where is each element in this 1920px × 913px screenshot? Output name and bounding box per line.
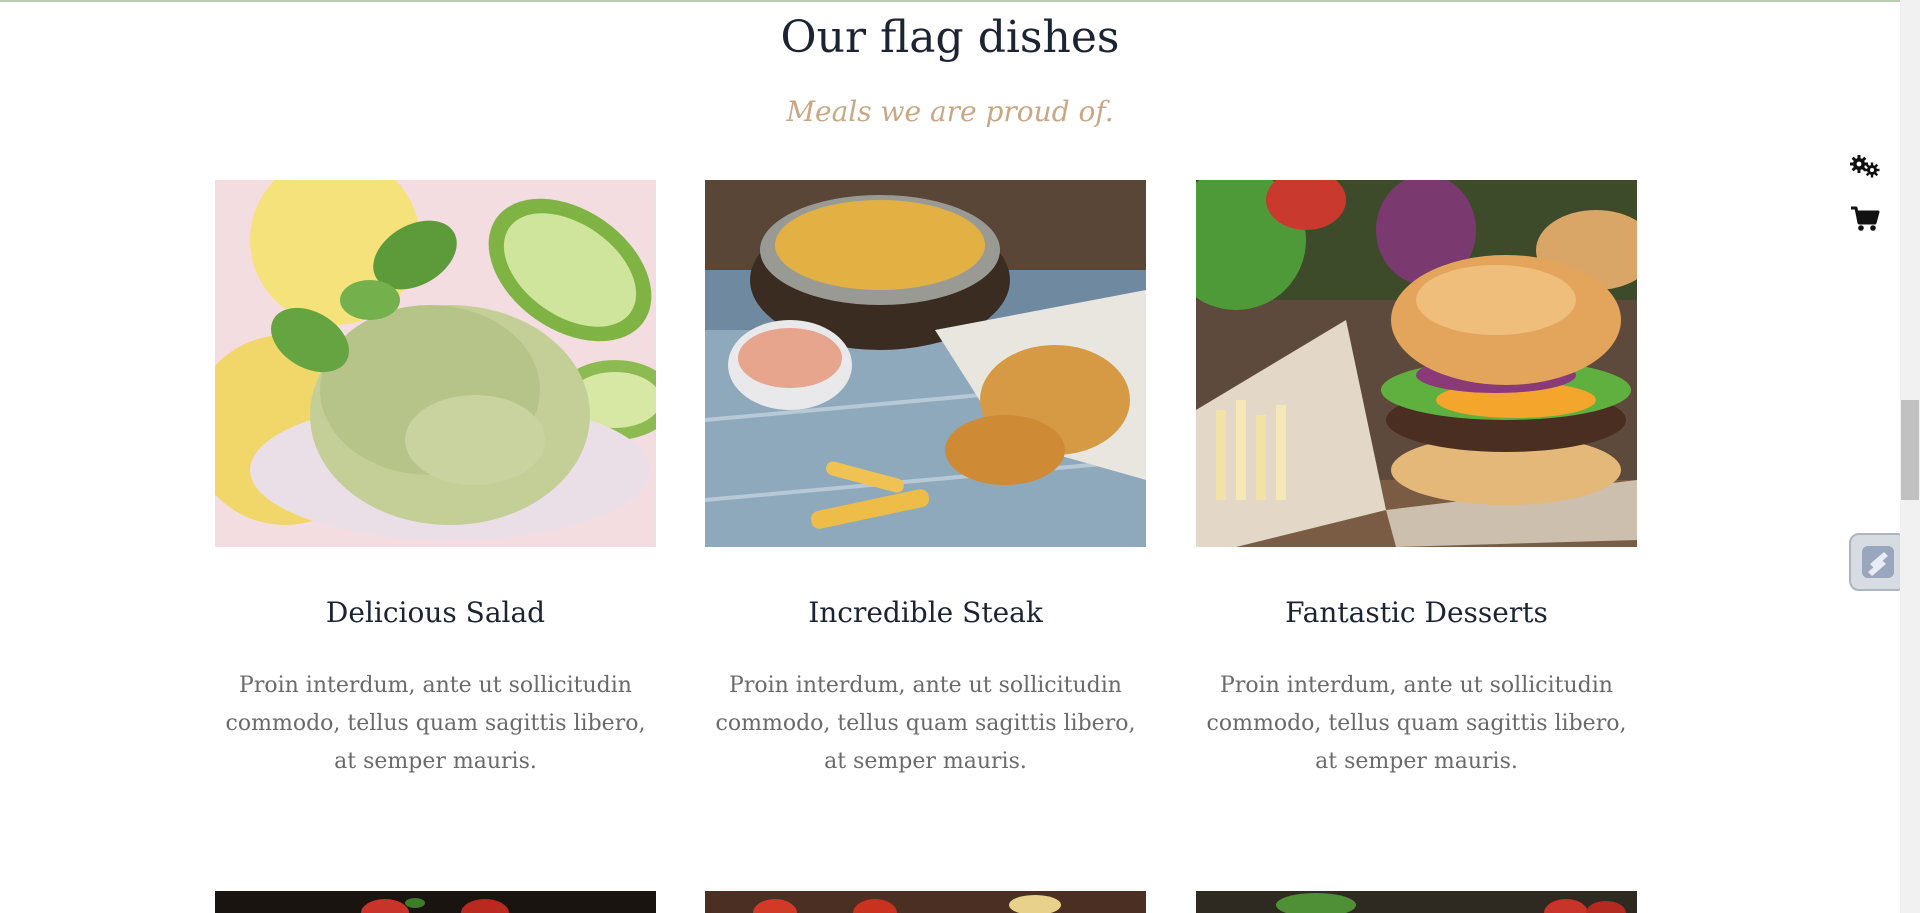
dish-image-row2-3[interactable] <box>1196 891 1637 913</box>
dish-name[interactable]: Fantastic Desserts <box>1196 593 1637 633</box>
page: Our flag dishes Meals we are proud of. D… <box>0 0 1920 913</box>
cart-icon[interactable] <box>1840 197 1890 241</box>
dish-image-ice-cream[interactable] <box>215 180 656 547</box>
top-divider <box>0 0 1900 2</box>
dish-name[interactable]: Delicious Salad <box>215 593 656 633</box>
dish-description: Proin interdum, ante ut sollicitudin com… <box>1206 673 1627 774</box>
scrollbar-thumb[interactable] <box>1901 400 1919 500</box>
dish-description: Proin interdum, ante ut sollicitudin com… <box>225 673 646 774</box>
dish-card: Incredible Steak Proin interdum, ante ut… <box>705 180 1146 781</box>
dish-image-row2-1[interactable] <box>215 891 656 913</box>
dish-card: Delicious Salad Proin interdum, ante ut … <box>215 180 656 781</box>
section-subtitle: Meals we are proud of. <box>786 95 1114 128</box>
dish-name[interactable]: Incredible Steak <box>705 593 1146 633</box>
dish-image-fish-and-chips[interactable] <box>705 180 1146 547</box>
section-title: Our flag dishes <box>780 12 1120 63</box>
dish-image-row2-2[interactable] <box>705 891 1146 913</box>
slash-logo-icon <box>1862 546 1894 578</box>
dish-card: Fantastic Desserts Proin interdum, ante … <box>1196 180 1637 781</box>
gears-icon[interactable] <box>1840 145 1890 189</box>
dish-image-burger[interactable] <box>1196 180 1637 547</box>
dish-description: Proin interdum, ante ut sollicitudin com… <box>715 673 1136 774</box>
floating-widget-button[interactable] <box>1849 533 1907 591</box>
